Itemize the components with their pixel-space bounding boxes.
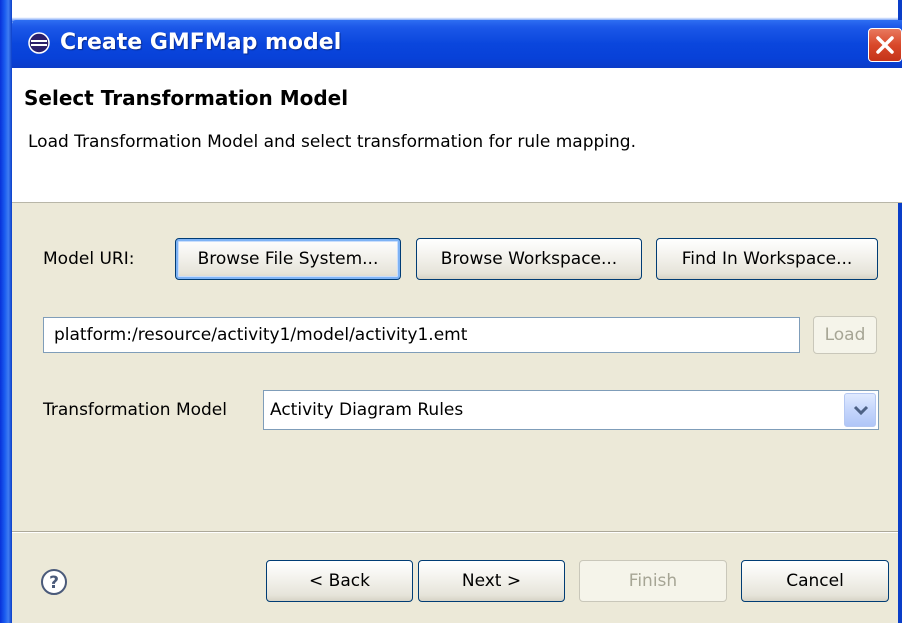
chevron-down-icon — [853, 405, 869, 416]
load-button: Load — [813, 316, 877, 354]
title-bar[interactable]: Create GMFMap model — [12, 20, 902, 68]
window-frame-left — [0, 0, 12, 623]
help-icon[interactable]: ? — [40, 568, 68, 596]
model-uri-label: Model URI: — [43, 249, 135, 269]
next-button[interactable]: Next > — [418, 560, 565, 602]
svg-text:?: ? — [49, 573, 59, 593]
dialog-window: Create GMFMap model Select Transformatio… — [0, 0, 902, 623]
back-button[interactable]: < Back — [266, 560, 413, 602]
finish-button: Finish — [579, 560, 727, 602]
frame-top — [0, 0, 902, 10]
eclipse-icon — [28, 32, 50, 54]
transformation-model-label: Transformation Model — [43, 400, 227, 420]
cancel-button[interactable]: Cancel — [741, 560, 889, 602]
window-title: Create GMFMap model — [60, 30, 342, 55]
transformation-model-select[interactable]: Activity Diagram Rules — [263, 390, 879, 430]
model-uri-input[interactable]: platform:/resource/activity1/model/activ… — [43, 317, 800, 353]
page-title: Select Transformation Model — [24, 86, 349, 110]
find-in-workspace-button[interactable]: Find In Workspace... — [656, 238, 878, 280]
transformation-model-value: Activity Diagram Rules — [270, 400, 464, 420]
close-button[interactable] — [868, 28, 902, 62]
browse-file-system-button[interactable]: Browse File System... — [175, 238, 401, 280]
close-icon — [876, 36, 894, 54]
wizard-header: Select Transformation Model Load Transfo… — [12, 68, 902, 203]
page-description: Load Transformation Model and select tra… — [28, 132, 636, 152]
footer-separator — [12, 531, 898, 533]
dropdown-button[interactable] — [844, 393, 876, 427]
browse-workspace-button[interactable]: Browse Workspace... — [416, 238, 642, 280]
